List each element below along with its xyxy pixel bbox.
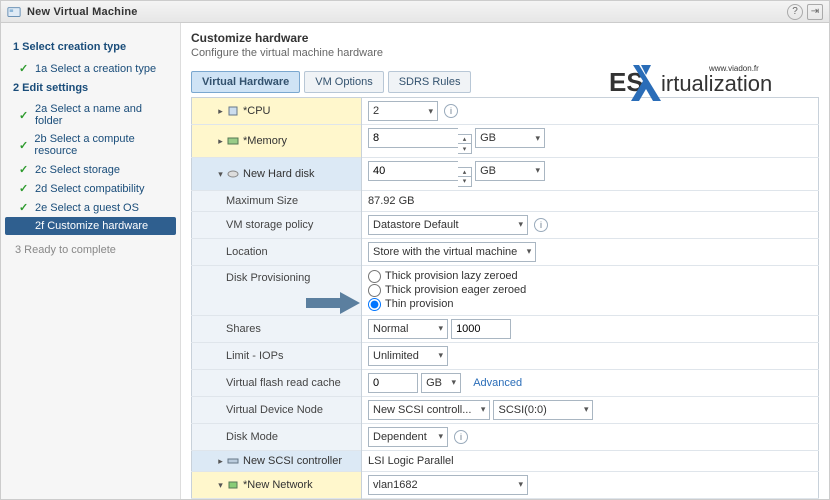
checkmark-icon: ✓: [19, 139, 28, 152]
vdn-controller-select[interactable]: New SCSI controll...: [368, 400, 490, 420]
checkmark-icon: ✓: [19, 62, 29, 75]
checkmark-icon: ✓: [19, 163, 29, 176]
max-size-value: 87.92 GB: [362, 190, 819, 211]
checkmark-icon: ✓: [19, 201, 29, 214]
svg-text:www.viadon.fr: www.viadon.fr: [708, 64, 759, 73]
window-title: New Virtual Machine: [27, 6, 138, 18]
disk-size-input[interactable]: [368, 161, 458, 181]
row-virtual-device-node: Virtual Device NodeNew SCSI controll... …: [192, 396, 819, 423]
scsi-value: LSI Logic Parallel: [362, 450, 819, 471]
row-disk-provisioning: Disk Provisioning Thick provision lazy z…: [192, 265, 819, 315]
disk-icon: [227, 168, 239, 180]
location-select[interactable]: Store with the virtual machine: [368, 242, 536, 262]
info-icon[interactable]: i: [454, 430, 468, 444]
tab-sdrs-rules[interactable]: SDRS Rules: [388, 71, 472, 93]
network-icon: [227, 479, 239, 491]
step-2a[interactable]: ✓2a Select a name and folder: [5, 100, 176, 130]
svg-text:irtualization: irtualization: [661, 71, 772, 96]
wizard-window: New Virtual Machine ? ⇥ 1 Select creatio…: [0, 0, 830, 500]
watermark-logo: ES irtualization www.viadon.fr: [609, 63, 809, 106]
annotation-arrow-icon: [306, 292, 360, 314]
row-disk: ▾New Hard disk ▴▾ GB: [192, 157, 819, 190]
expander-icon[interactable]: ▸: [216, 137, 225, 146]
disk-mode-select[interactable]: Dependent: [368, 427, 448, 447]
radio-thin[interactable]: [368, 298, 381, 311]
main-content: Customize hardware Configure the virtual…: [181, 23, 829, 499]
step-2e[interactable]: ✓2e Select a guest OS: [5, 198, 176, 217]
row-flash-cache: Virtual flash read cache GB Advanced: [192, 369, 819, 396]
advanced-link[interactable]: Advanced: [473, 377, 522, 389]
radio-thick-eager[interactable]: [368, 284, 381, 297]
radio-thick-lazy[interactable]: [368, 270, 381, 283]
cpu-icon: [227, 105, 239, 117]
page-subtitle: Configure the virtual machine hardware: [191, 47, 819, 59]
vdn-port-select[interactable]: SCSI(0:0): [493, 400, 593, 420]
step-1: 1 Select creation type: [13, 41, 176, 53]
row-scsi-controller: ▸New SCSI controllerLSI Logic Parallel: [192, 450, 819, 471]
vm-icon: [7, 5, 21, 19]
checkmark-icon: ✓: [19, 109, 29, 122]
step-2b[interactable]: ✓2b Select a compute resource: [5, 130, 176, 160]
expander-icon[interactable]: ▾: [216, 481, 225, 490]
step-1a[interactable]: ✓1a Select a creation type: [5, 59, 176, 78]
page-title: Customize hardware: [191, 31, 819, 45]
hardware-table: ▸*CPU 2i ▸*Memory ▴▾ GB ▾New Hard disk ▴…: [191, 97, 819, 499]
disk-spinner[interactable]: ▴▾: [458, 167, 472, 187]
wizard-steps-sidebar: 1 Select creation type ✓1a Select a crea…: [1, 23, 181, 499]
expander-icon[interactable]: ▸: [216, 457, 225, 466]
limit-iops-select[interactable]: Unlimited: [368, 346, 448, 366]
pin-button[interactable]: ⇥: [807, 4, 823, 20]
row-status: Status Connect At Power On: [192, 498, 819, 499]
row-shares: SharesNormal: [192, 315, 819, 342]
memory-input[interactable]: [368, 128, 458, 148]
disk-unit-select[interactable]: GB: [475, 161, 545, 181]
flash-cache-unit-select[interactable]: GB: [421, 373, 461, 393]
network-select[interactable]: vlan1682: [368, 475, 528, 495]
titlebar: New Virtual Machine ? ⇥: [1, 1, 829, 23]
row-memory: ▸*Memory ▴▾ GB: [192, 125, 819, 158]
step-2: 2 Edit settings: [13, 82, 176, 94]
expander-icon[interactable]: ▸: [216, 107, 225, 116]
shares-select[interactable]: Normal: [368, 319, 448, 339]
memory-spinner[interactable]: ▴▾: [458, 134, 472, 154]
shares-value-input[interactable]: [451, 319, 511, 339]
expander-icon[interactable]: ▾: [216, 170, 225, 179]
checkmark-icon: ✓: [19, 182, 29, 195]
tab-vm-options[interactable]: VM Options: [304, 71, 383, 93]
info-icon[interactable]: i: [534, 218, 548, 232]
flash-cache-input[interactable]: [368, 373, 418, 393]
tab-virtual-hardware[interactable]: Virtual Hardware: [191, 71, 300, 93]
help-button[interactable]: ?: [787, 4, 803, 20]
cpu-select[interactable]: 2: [368, 101, 438, 121]
step-3: 3 Ready to complete: [5, 241, 176, 259]
memory-unit-select[interactable]: GB: [475, 128, 545, 148]
row-limit-iops: Limit - IOPsUnlimited: [192, 342, 819, 369]
memory-icon: [227, 135, 239, 147]
info-icon[interactable]: i: [444, 104, 458, 118]
step-2d[interactable]: ✓2d Select compatibility: [5, 179, 176, 198]
step-2c[interactable]: ✓2c Select storage: [5, 160, 176, 179]
row-disk-mode: Disk ModeDependenti: [192, 423, 819, 450]
step-2f[interactable]: •2f Customize hardware: [5, 217, 176, 235]
row-location: LocationStore with the virtual machine: [192, 238, 819, 265]
storage-policy-select[interactable]: Datastore Default: [368, 215, 528, 235]
row-network: ▾*New Networkvlan1682: [192, 471, 819, 498]
row-storage-policy: VM storage policyDatastore Defaulti: [192, 211, 819, 238]
scsi-icon: [227, 455, 239, 467]
row-maxsize: Maximum Size87.92 GB: [192, 190, 819, 211]
